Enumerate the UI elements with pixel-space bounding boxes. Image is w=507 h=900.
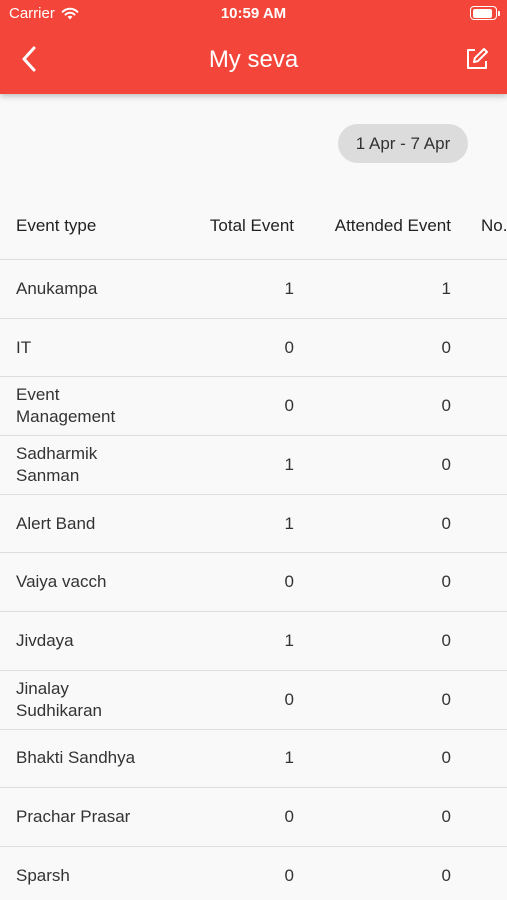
total-event-cell: 0 <box>284 865 294 885</box>
total-event-cell: 1 <box>284 278 294 298</box>
table-row[interactable]: Sparsh 0 0 <box>0 847 507 900</box>
table-row[interactable]: Bhakti Sandhya 1 0 <box>0 730 507 789</box>
total-event-cell: 0 <box>284 572 294 592</box>
page-title: My seva <box>208 46 299 73</box>
event-type-cell: Sparsh <box>16 865 70 885</box>
total-event-cell: 1 <box>284 630 294 650</box>
table-body: Anukampa 1 1 IT 0 0 Event Management 0 0 Sadharmi… <box>0 260 507 900</box>
battery-fill <box>472 8 493 18</box>
column-header-attended-event: Attended Event <box>334 216 451 235</box>
column-header-no: No. <box>481 216 507 235</box>
table-row[interactable]: IT 0 0 <box>0 319 507 378</box>
status-bar: Carrier 10:59 AM <box>0 0 507 28</box>
event-type-cell: Alert Band <box>16 513 96 533</box>
column-header-total-event: Total Event <box>209 216 294 235</box>
attended-event-cell: 0 <box>441 337 451 357</box>
table-row[interactable]: Alert Band 1 0 <box>0 495 507 554</box>
table-row[interactable]: Event Management 0 0 <box>0 377 507 437</box>
attended-event-cell: 0 <box>441 513 451 533</box>
total-event-cell: 0 <box>284 807 294 827</box>
table-row[interactable]: Jinalay Sudhikaran 0 0 <box>0 671 507 730</box>
event-type-cell: Event Management <box>16 385 116 427</box>
event-type-cell: Bhakti Sandhya <box>16 748 136 768</box>
total-event-cell: 1 <box>284 748 294 768</box>
date-range-chip[interactable]: 1 Apr - 7 Apr <box>338 124 468 163</box>
table-row[interactable]: Prachar Prasar 0 0 <box>0 788 507 847</box>
event-type-cell: Vaiya vacch <box>16 572 107 592</box>
total-event-cell: 1 <box>284 454 294 474</box>
attended-event-cell: 0 <box>441 748 451 768</box>
event-type-cell: IT <box>16 337 32 357</box>
table-row[interactable]: Jivdaya 1 0 <box>0 612 507 671</box>
seva-table: Event type Total Event Attended Event No… <box>0 200 507 900</box>
attended-event-cell: 0 <box>441 689 451 709</box>
event-type-cell: Jivdaya <box>16 630 74 650</box>
total-event-cell: 0 <box>284 337 294 357</box>
attended-event-cell: 0 <box>441 865 451 885</box>
total-event-cell: 0 <box>284 689 294 709</box>
table-row[interactable]: Vaiya vacch 0 0 <box>0 553 507 613</box>
attended-event-cell: 0 <box>441 572 451 592</box>
table-row[interactable]: Anukampa 1 1 <box>0 260 507 319</box>
status-time: 10:59 AM <box>220 5 287 22</box>
column-header-event-type: Event type <box>16 216 97 235</box>
total-event-cell: 0 <box>284 396 294 416</box>
event-type-cell: Jinalay Sudhikaran <box>16 678 103 720</box>
total-event-cell: 1 <box>284 513 294 533</box>
event-type-cell: Sadharmik Sanman <box>16 443 98 485</box>
table-header: Event type Total Event Attended Event No… <box>0 200 507 260</box>
nav-bar: My seva <box>0 28 507 94</box>
battery-icon <box>470 6 500 20</box>
attended-event-cell: 1 <box>441 278 451 298</box>
edit-icon <box>467 48 488 69</box>
event-type-cell: Anukampa <box>16 278 98 298</box>
attended-event-cell: 0 <box>441 454 451 474</box>
attended-event-cell: 0 <box>441 807 451 827</box>
attended-event-cell: 0 <box>441 630 451 650</box>
edit-button[interactable] <box>461 43 493 75</box>
app-header: Carrier 10:59 AM My seva <box>0 0 507 94</box>
table-row[interactable]: Sadharmik Sanman 1 0 <box>0 436 507 495</box>
attended-event-cell: 0 <box>441 396 451 416</box>
event-type-cell: Prachar Prasar <box>16 807 131 827</box>
